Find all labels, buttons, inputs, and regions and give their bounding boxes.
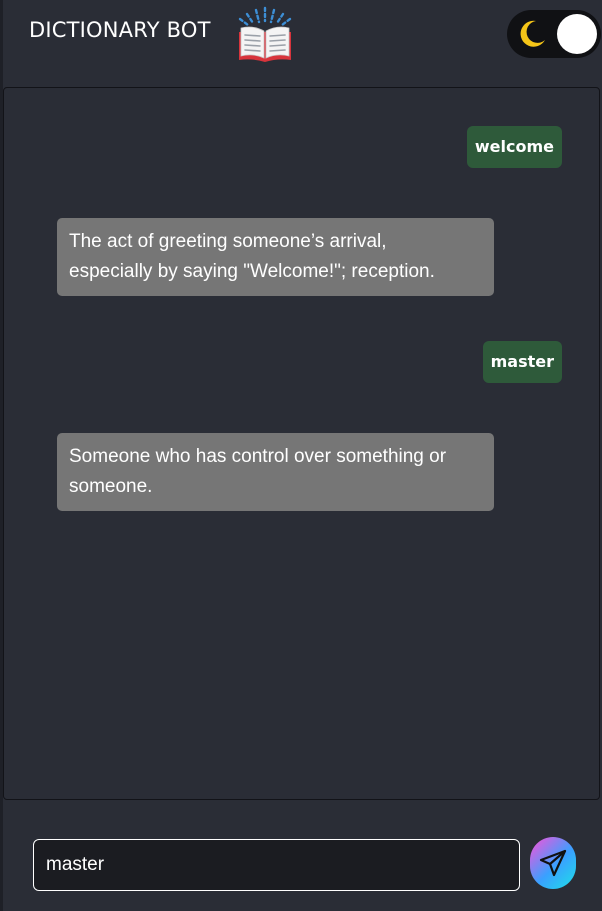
bot-message: The act of greeting someone’s arrival, e…	[57, 218, 494, 296]
input-area	[3, 801, 602, 911]
message-input[interactable]	[33, 839, 520, 891]
bot-message-line: someone.	[69, 476, 153, 497]
theme-toggle[interactable]	[507, 10, 601, 58]
open-book-icon	[238, 6, 292, 62]
bot-message-line: especially by saying "Welcome!"; recepti…	[69, 261, 435, 282]
paper-plane-icon	[539, 849, 567, 877]
user-message: master	[482, 341, 562, 383]
header: DICTIONARY BOT	[3, 0, 602, 88]
user-message: welcome	[466, 126, 562, 168]
chat-panel: welcome The act of greeting someone’s ar…	[3, 87, 600, 800]
bot-message-line: The act of greeting someone’s arrival,	[69, 231, 387, 252]
moon-icon	[520, 20, 545, 47]
send-button[interactable]	[530, 837, 576, 889]
bot-message: Someone who has control over something o…	[57, 433, 494, 511]
app-title: DICTIONARY BOT	[29, 18, 211, 42]
toggle-knob[interactable]	[557, 14, 597, 54]
app: DICTIONARY BOT welcome The act of greeti…	[0, 0, 602, 911]
bot-message-line: Someone who has control over something o…	[69, 446, 447, 467]
